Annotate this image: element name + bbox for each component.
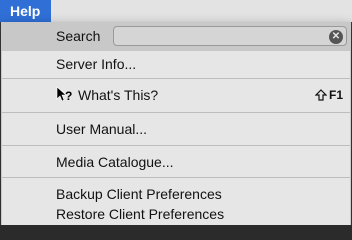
- menu-bar: Help: [0, 0, 352, 22]
- shift-key-icon: [314, 89, 327, 101]
- menu-item-label: Backup Client Preferences: [56, 186, 222, 202]
- menu-item-media-catalogue[interactable]: Media Catalogue...: [2, 149, 350, 175]
- menu-item-server-info[interactable]: Server Info...: [2, 51, 350, 77]
- clear-search-icon[interactable]: ✕: [329, 30, 343, 44]
- menu-separator: [2, 78, 350, 79]
- menu-item-label: Media Catalogue...: [56, 154, 174, 170]
- search-input[interactable]: [113, 26, 347, 46]
- shortcut-key: F1: [328, 88, 343, 102]
- svg-text:?: ?: [65, 89, 72, 103]
- help-menu-dropdown: Search ✕ Server Info... ? What's This? F…: [1, 22, 351, 225]
- menu-item-label: Server Info...: [56, 56, 137, 72]
- menu-item-label: What's This?: [78, 87, 159, 103]
- menu-item-label: Restore Client Preferences: [56, 206, 225, 222]
- menu-item-whats-this[interactable]: ? What's This? F1: [2, 82, 350, 108]
- menu-item-restore-preferences[interactable]: Restore Client Preferences: [2, 201, 350, 225]
- help-menu-title[interactable]: Help: [0, 0, 51, 22]
- search-row: Search ✕: [2, 22, 350, 51]
- menu-separator: [2, 112, 350, 113]
- keyboard-shortcut: F1: [314, 88, 343, 102]
- menu-item-user-manual[interactable]: User Manual...: [2, 116, 350, 142]
- menu-item-label: User Manual...: [56, 121, 148, 137]
- menu-separator: [2, 145, 350, 146]
- search-label: Search: [56, 28, 101, 44]
- screen: Help Search ✕ Server Info... ? What's Th…: [0, 0, 352, 225]
- menu-separator: [2, 177, 350, 178]
- whats-this-cursor-icon: ?: [56, 86, 72, 103]
